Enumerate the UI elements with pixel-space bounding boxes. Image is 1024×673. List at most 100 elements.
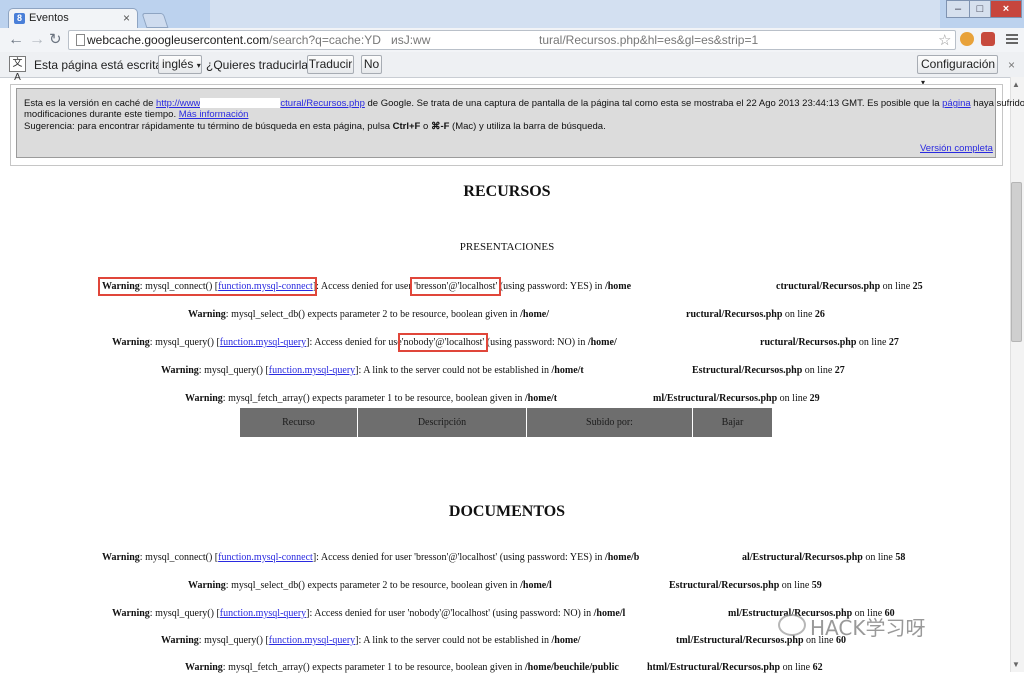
- file-path: /home/t: [551, 365, 584, 376]
- warning-text: ]: A link to the server could not be est…: [355, 635, 552, 646]
- url-path-3: tural/Recursos.php&hl=es&gl=es&strip=1: [539, 33, 759, 47]
- file-path: /home/: [520, 309, 550, 320]
- warning-label: Warning: [102, 552, 140, 563]
- mysql-connect-doc-link[interactable]: function.mysql-connect: [218, 281, 313, 292]
- page-icon: [76, 34, 85, 46]
- table-header-row: Recurso Descripción Subido por: Bajar: [240, 408, 772, 437]
- url-text: webcache.googleusercontent.com/search?q=…: [87, 33, 947, 49]
- translate-settings-button[interactable]: Configuración ▾: [917, 55, 998, 87]
- warning-text: on line: [865, 552, 893, 563]
- file-path: /home/t: [524, 393, 558, 404]
- cache-text: Sugerencia: para encontrar rápidamente t…: [24, 121, 390, 132]
- file-path: /home/l: [593, 608, 626, 619]
- url-path-1: /search?q=cache:YD: [269, 33, 381, 47]
- line-number: 58: [895, 552, 906, 563]
- shortcut-ctrl-f: Ctrl+F: [392, 121, 421, 132]
- line-number: 27: [888, 337, 899, 348]
- close-window-icon[interactable]: ×: [990, 0, 1022, 18]
- cookie-extension-icon[interactable]: [960, 32, 974, 46]
- warning-text: (using password: NO) in: [484, 337, 588, 348]
- warning-text: ]: A link to the server could not be est…: [355, 365, 552, 376]
- line-number: 59: [811, 580, 822, 591]
- no-translate-button[interactable]: No: [361, 55, 382, 74]
- mysql-query-doc-link[interactable]: function.mysql-query: [269, 365, 355, 376]
- close-translate-bar-icon[interactable]: ×: [1008, 58, 1015, 72]
- warning-mysql-connect-highlight: Warning: mysql_connect() [function.mysql…: [98, 277, 317, 296]
- address-bar[interactable]: webcache.googleusercontent.com/search?q=…: [68, 30, 956, 50]
- bookmark-star-icon[interactable]: ☆: [938, 31, 951, 49]
- warning-label: Warning: [188, 580, 226, 591]
- scroll-thumb[interactable]: [1011, 182, 1022, 342]
- subheading-presentaciones: PRESENTACIONES: [459, 241, 555, 253]
- language-select[interactable]: inglés ▾: [158, 55, 202, 74]
- vertical-scrollbar[interactable]: [1010, 77, 1024, 672]
- cached-url-link-start: http://www: [156, 98, 201, 109]
- warning-line-tail: Estructural/Recursos.php on line 59: [669, 580, 822, 591]
- titlebar-decoration: [210, 0, 940, 28]
- forward-arrow-icon[interactable]: →: [29, 30, 45, 50]
- minimize-icon[interactable]: –: [946, 0, 970, 18]
- warning-text: : mysql_select_db() expects parameter 2 …: [225, 580, 521, 591]
- warning-line-tail: Estructural/Recursos.php on line 27: [692, 365, 845, 376]
- warning-text: on line: [882, 281, 911, 292]
- translate-button[interactable]: Traducir: [307, 55, 354, 74]
- column-header-descripcion: Descripción: [358, 408, 526, 437]
- watermark: HACK学习呀: [810, 616, 926, 640]
- tab-title: Eventos: [29, 12, 69, 24]
- warning-line-tail: ructural/Recursos.php on line 26: [686, 309, 825, 320]
- new-tab-button[interactable]: [141, 13, 169, 28]
- warning-label: Warning: [112, 608, 150, 619]
- cache-text: haya sufrido: [973, 98, 1024, 109]
- download-extension-icon[interactable]: [981, 32, 995, 46]
- warning-line: Warning: mysql_select_db() expects param…: [188, 580, 552, 591]
- scroll-up-icon[interactable]: ▲: [1012, 80, 1020, 89]
- translate-question: ¿Quieres traducirla?: [206, 58, 315, 72]
- full-version-link[interactable]: Versión completa: [920, 143, 993, 154]
- warning-label: Warning: [102, 281, 140, 292]
- browser-tab[interactable]: 8 Eventos ×: [8, 8, 138, 28]
- warning-text: on line: [781, 580, 810, 591]
- line-number: 62: [812, 662, 823, 673]
- shortcut-cmd-f: ⌘-F: [430, 121, 450, 132]
- cached-url-link[interactable]: http://www ctural/Recursos.php: [156, 98, 365, 109]
- heading-documentos: DOCUMENTOS: [448, 503, 566, 520]
- mysql-query-doc-link[interactable]: function.mysql-query: [220, 608, 306, 619]
- cache-text: de Google. Se trata de una captura de pa…: [367, 98, 940, 109]
- warning-text: : mysql_query() [: [149, 608, 220, 619]
- file-path: /home/: [551, 635, 581, 646]
- warning-line-tail: ructural/Recursos.php on line 27: [760, 337, 899, 348]
- file-path: /home: [604, 281, 632, 292]
- file-path: html/Estructural/Recursos.php: [647, 662, 781, 673]
- mysql-query-doc-link[interactable]: function.mysql-query: [269, 635, 355, 646]
- current-page-link[interactable]: página: [942, 98, 971, 109]
- line-number: 29: [809, 393, 820, 404]
- warning-text: : mysql_fetch_array() expects parameter …: [222, 393, 525, 404]
- line-number: 25: [912, 281, 923, 292]
- line-number: 27: [834, 365, 845, 376]
- scroll-down-icon[interactable]: ▼: [1012, 660, 1020, 669]
- language-select-value: inglés: [162, 57, 194, 71]
- cache-text: (Mac) y utiliza la barra de búsqueda.: [452, 121, 606, 132]
- warning-line: Warning: mysql_connect() [function.mysql…: [102, 552, 639, 563]
- warning-line: Warning: mysql_connect() [function.mysql…: [98, 277, 632, 296]
- warning-line: Warning: mysql_query() [function.mysql-q…: [112, 333, 617, 352]
- maximize-icon[interactable]: □: [969, 0, 991, 18]
- file-path: ctructural/Recursos.php: [776, 281, 881, 292]
- mysql-connect-doc-link[interactable]: function.mysql-connect: [218, 552, 313, 563]
- reload-icon[interactable]: ↻: [49, 30, 62, 50]
- warning-line-tail: ml/Estructural/Recursos.php on line 29: [653, 393, 820, 404]
- close-tab-icon[interactable]: ×: [123, 11, 130, 25]
- mysql-query-doc-link[interactable]: function.mysql-query: [220, 337, 306, 348]
- warning-line: Warning: mysql_fetch_array() expects par…: [185, 393, 557, 404]
- warning-text: on line: [804, 365, 833, 376]
- cache-line-3: Sugerencia: para encontrar rápidamente t…: [24, 121, 606, 132]
- menu-icon[interactable]: [1006, 34, 1018, 46]
- url-path-2: иsJ:ww: [391, 33, 431, 47]
- warning-text: ]: Access denied for user 'nobody'@'loca…: [306, 608, 594, 619]
- column-header-recurso: Recurso: [240, 408, 357, 437]
- more-info-link[interactable]: Más información: [179, 109, 249, 120]
- cache-text: modificaciones durante este tiempo.: [24, 109, 177, 120]
- file-path: /home/beuchile/public: [524, 662, 619, 673]
- warning-label: Warning: [185, 393, 223, 404]
- back-arrow-icon[interactable]: ←: [8, 30, 24, 50]
